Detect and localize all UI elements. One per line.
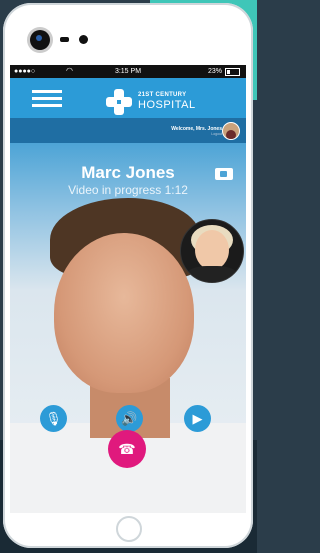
caller-name: Marc Jones [81, 163, 175, 182]
phone-frame: ●●●●○ ◠ 3:15 PM 23% 21ST CENTURY HOSPITA… [3, 3, 253, 548]
battery-percent: 23% [207, 68, 222, 75]
app-header: 21ST CENTURY HOSPITAL [10, 78, 246, 118]
front-camera [30, 30, 50, 50]
home-button[interactable] [116, 516, 142, 542]
microphone-muted-icon: 🎙 [45, 410, 62, 426]
logo-line1: 21ST CENTURY [138, 92, 187, 98]
status-bar: ●●●●○ ◠ 3:15 PM 23% [10, 65, 246, 78]
video-toggle-button[interactable]: ▶ [184, 405, 211, 432]
volume-button[interactable]: 🔊 [116, 405, 143, 432]
menu-icon[interactable] [32, 90, 62, 108]
hang-up-icon: ☎ [118, 440, 136, 457]
mute-button[interactable]: 🎙 [40, 405, 67, 432]
logout-link[interactable]: Logout [211, 132, 222, 136]
hospital-logo-icon [106, 89, 132, 115]
battery-icon [225, 68, 240, 76]
call-status: Video in progress 1:12 [68, 183, 188, 197]
phone-screen: ●●●●○ ◠ 3:15 PM 23% 21ST CENTURY HOSPITA… [10, 65, 246, 513]
video-camera-icon: ▶ [192, 410, 203, 426]
speaker [79, 35, 88, 44]
caller-face [54, 233, 194, 393]
self-view-pip[interactable] [180, 219, 244, 283]
switch-camera-icon[interactable] [215, 168, 233, 180]
sensor [60, 37, 69, 42]
welcome-bar: Welcome, Mrs. Jones Logout [10, 118, 246, 143]
speaker-icon: 🔊 [121, 410, 138, 426]
video-feed: Marc Jones Video in progress 1:12 🎙 🔊 ▶ … [10, 143, 246, 513]
pip-body [187, 266, 237, 282]
pip-face [195, 230, 229, 270]
avatar[interactable] [222, 122, 240, 140]
end-call-button[interactable]: ☎ [108, 430, 146, 468]
logo-line2: HOSPITAL [138, 99, 196, 111]
